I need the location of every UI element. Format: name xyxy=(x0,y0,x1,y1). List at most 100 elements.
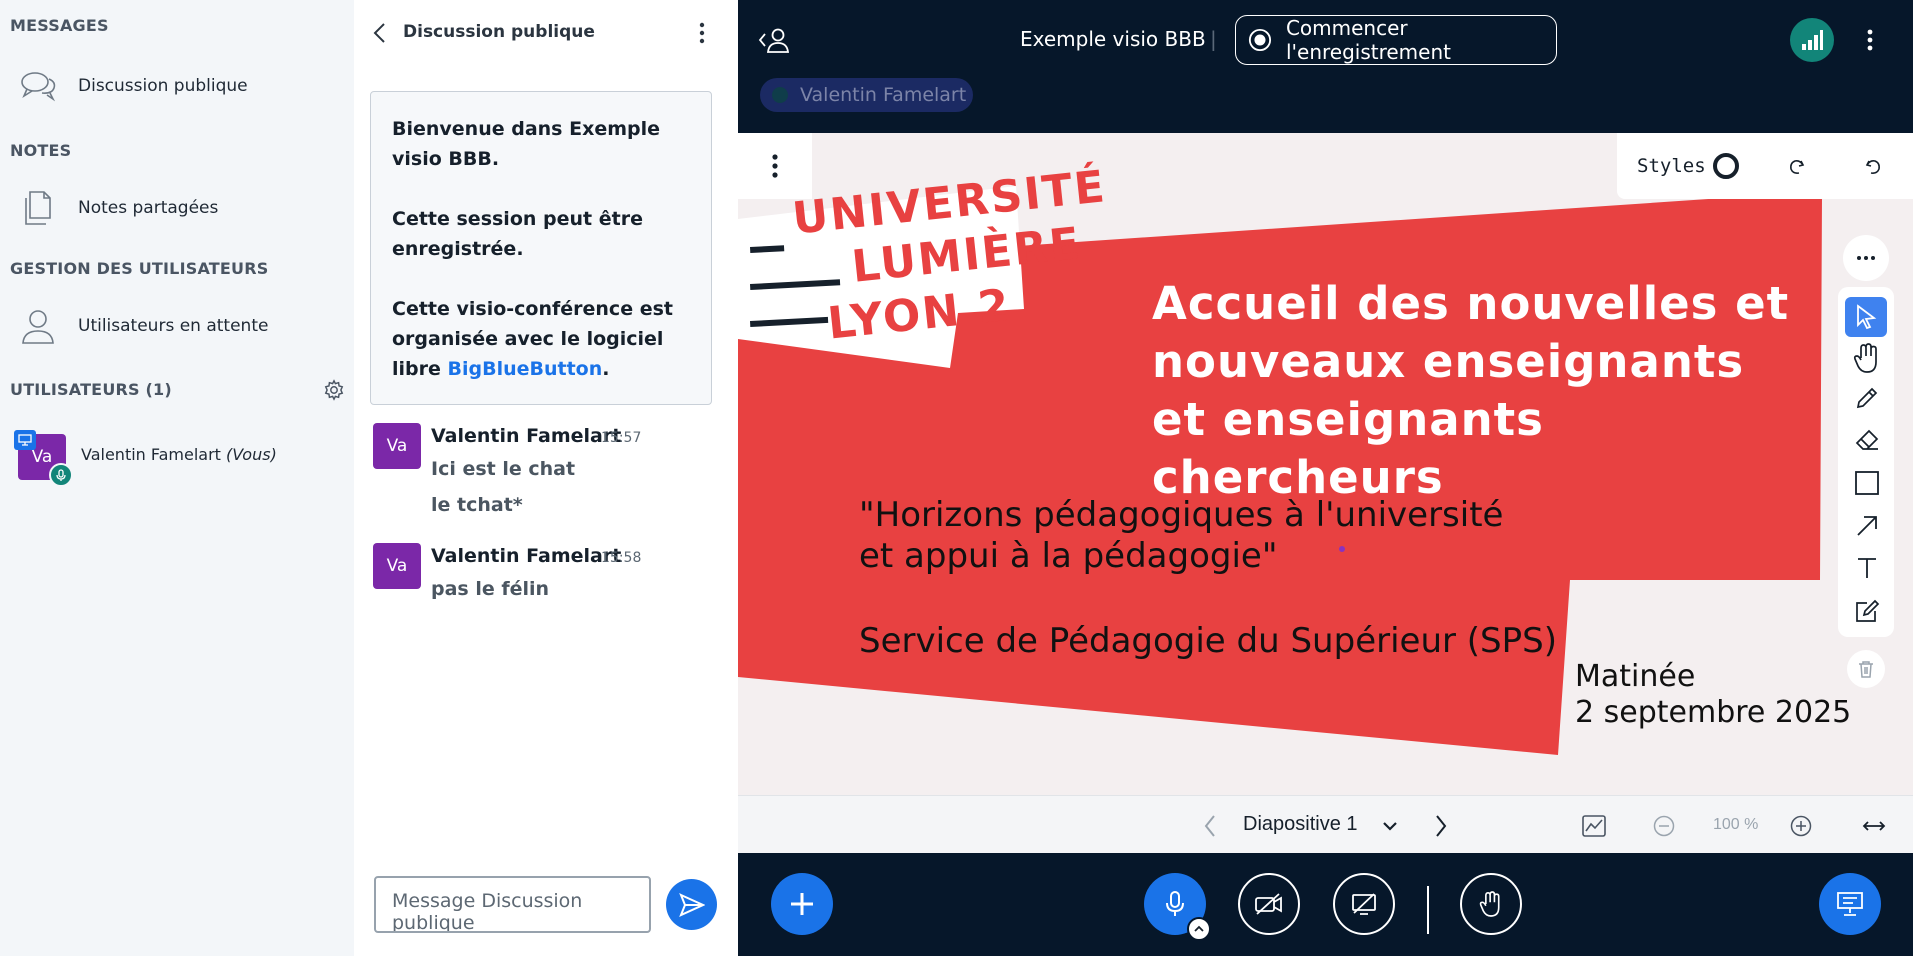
microphone-icon xyxy=(1166,891,1184,916)
heading-line: et enseignants xyxy=(1152,393,1544,446)
presenter-icon xyxy=(14,430,36,450)
user-list-item[interactable]: Va Valentin Famelart (Vous) xyxy=(0,426,354,487)
message-author: Valentin Famelart xyxy=(431,425,622,447)
start-recording-button[interactable]: Commencer l'enregistrement xyxy=(1235,15,1557,65)
more-vertical-icon[interactable] xyxy=(1864,28,1876,52)
message-text: le tchat* xyxy=(431,494,523,516)
message-text: pas le félin xyxy=(431,578,550,600)
connection-status-button[interactable] xyxy=(1790,18,1834,62)
quote-line: et appui à la pédagogie" xyxy=(859,536,1278,576)
sidebar-item-label: Utilisateurs en attente xyxy=(78,316,269,336)
message-time: 15:58 xyxy=(601,550,642,566)
pencil-icon[interactable] xyxy=(1855,386,1879,410)
more-tools-button[interactable] xyxy=(1843,235,1889,281)
cursor-icon xyxy=(1857,304,1877,330)
delete-button[interactable] xyxy=(1847,650,1885,688)
slide-heading: Accueil des nouvelles et nouveaux enseig… xyxy=(1152,275,1789,507)
camera-off-icon xyxy=(1255,893,1282,915)
color-circle-icon[interactable] xyxy=(1713,153,1739,179)
rectangle-icon[interactable] xyxy=(1855,471,1879,495)
notes-section-title: NOTES xyxy=(10,141,72,160)
slide-navigation-bar: Diapositive 1 100 % xyxy=(738,795,1913,853)
signal-bars-icon xyxy=(1802,30,1823,50)
screen-share-button[interactable] xyxy=(1333,873,1395,935)
slide-service: Service de Pédagogie du Supérieur (SPS) xyxy=(859,621,1557,661)
avatar: Va xyxy=(373,543,421,589)
welcome-message: Bienvenue dans Exemple visio BBB. Cette … xyxy=(370,91,712,405)
user-management-section-title: GESTION DES UTILISATEURS xyxy=(10,259,269,278)
chat-title: Discussion publique xyxy=(403,22,595,42)
avatar: Va xyxy=(373,423,421,469)
welcome-line: Cette visio-conférence est organisée ave… xyxy=(392,294,691,384)
styles-button[interactable]: Styles xyxy=(1637,155,1706,177)
whiteboard-styles-bar: Styles xyxy=(1617,133,1913,199)
message-time: 15:57 xyxy=(601,430,642,446)
sidebar-item-public-chat[interactable]: Discussion publique xyxy=(0,58,354,114)
users-section-title: UTILISATEURS (1) xyxy=(10,380,172,399)
undo-icon[interactable] xyxy=(1863,157,1883,177)
next-slide-icon[interactable] xyxy=(1434,814,1448,838)
notes-icon xyxy=(25,191,51,225)
message-text: Ici est le chat xyxy=(431,458,576,480)
messages-section-title: MESSAGES xyxy=(10,16,109,35)
presentation-area[interactable]: UNIVERSITÉ LUMIÈRE LYON 2 Accueil des no… xyxy=(738,133,1913,795)
presentation-toggle-button[interactable] xyxy=(1819,873,1881,935)
trash-icon xyxy=(1859,661,1873,678)
heading-line: Accueil des nouvelles et xyxy=(1152,277,1790,330)
meeting-title: Exemple visio BBB xyxy=(1020,27,1206,51)
audio-settings-button[interactable] xyxy=(1187,917,1211,941)
user-list-toggle-icon[interactable] xyxy=(758,26,792,54)
sidebar-item-waiting-users[interactable]: Utilisateurs en attente xyxy=(0,298,354,354)
gear-icon[interactable] xyxy=(323,379,345,401)
session-label: Matinée xyxy=(1575,659,1696,694)
slide-date-block: Matinée 2 septembre 2025 xyxy=(1575,659,1851,731)
user-name-text: Valentin Famelart xyxy=(81,445,221,464)
previous-slide-icon[interactable] xyxy=(1203,814,1217,838)
zoom-level: 100 % xyxy=(1713,816,1759,833)
zoom-in-icon[interactable] xyxy=(1790,815,1812,837)
quote-line: "Horizons pédagogiques à l'université xyxy=(859,495,1504,535)
title-separator: | xyxy=(1210,27,1217,51)
text-icon[interactable] xyxy=(1855,556,1879,580)
eraser-icon[interactable] xyxy=(1854,428,1880,452)
select-tool[interactable] xyxy=(1845,297,1887,337)
whiteboard-toolbar xyxy=(1838,287,1894,637)
zoom-out-icon[interactable] xyxy=(1653,815,1675,837)
note-edit-icon[interactable] xyxy=(1854,598,1880,624)
welcome-text: . xyxy=(602,358,610,380)
camera-button[interactable] xyxy=(1238,873,1300,935)
left-sidebar: MESSAGES Discussion publique NOTES Notes… xyxy=(0,0,354,956)
chevron-down-icon[interactable] xyxy=(1382,820,1398,832)
user-icon xyxy=(22,310,54,344)
plus-icon xyxy=(791,893,813,915)
message-input[interactable]: Message Discussion publique xyxy=(374,876,651,933)
bigbluebutton-link[interactable]: BigBlueButton xyxy=(448,358,603,380)
raise-hand-button[interactable] xyxy=(1460,873,1522,935)
more-vertical-icon[interactable] xyxy=(696,21,708,45)
chevron-left-icon[interactable] xyxy=(372,22,388,44)
hand-icon[interactable] xyxy=(1853,342,1881,374)
sidebar-item-shared-notes[interactable]: Notes partagées xyxy=(0,180,354,236)
redo-icon[interactable] xyxy=(1787,157,1807,177)
welcome-line: Cette session peut être enregistrée. xyxy=(392,208,643,260)
microphone-icon xyxy=(49,463,73,487)
send-button[interactable] xyxy=(666,879,717,930)
slide-selector[interactable]: Diapositive 1 xyxy=(1243,813,1358,836)
record-icon xyxy=(1248,28,1272,52)
fit-width-icon[interactable] xyxy=(1862,818,1886,834)
date-label: 2 septembre 2025 xyxy=(1575,695,1852,730)
action-bar xyxy=(738,853,1913,956)
you-label: (Vous) xyxy=(226,445,277,464)
hand-icon xyxy=(1479,891,1500,917)
arrow-icon[interactable] xyxy=(1855,514,1879,538)
heading-line: nouveaux enseignants xyxy=(1152,335,1745,388)
slide-quote: "Horizons pédagogiques à l'université et… xyxy=(859,495,1503,577)
university-logo: UNIVERSITÉ LUMIÈRE LYON 2 xyxy=(790,160,1120,354)
chat-bubbles-icon xyxy=(21,72,56,102)
chart-icon[interactable] xyxy=(1582,815,1606,837)
more-horizontal-icon xyxy=(1857,256,1875,260)
divider xyxy=(1427,886,1429,934)
presentation-options-button[interactable] xyxy=(738,133,812,199)
welcome-line: Bienvenue dans Exemple visio BBB. xyxy=(392,118,661,170)
actions-button[interactable] xyxy=(771,873,833,935)
